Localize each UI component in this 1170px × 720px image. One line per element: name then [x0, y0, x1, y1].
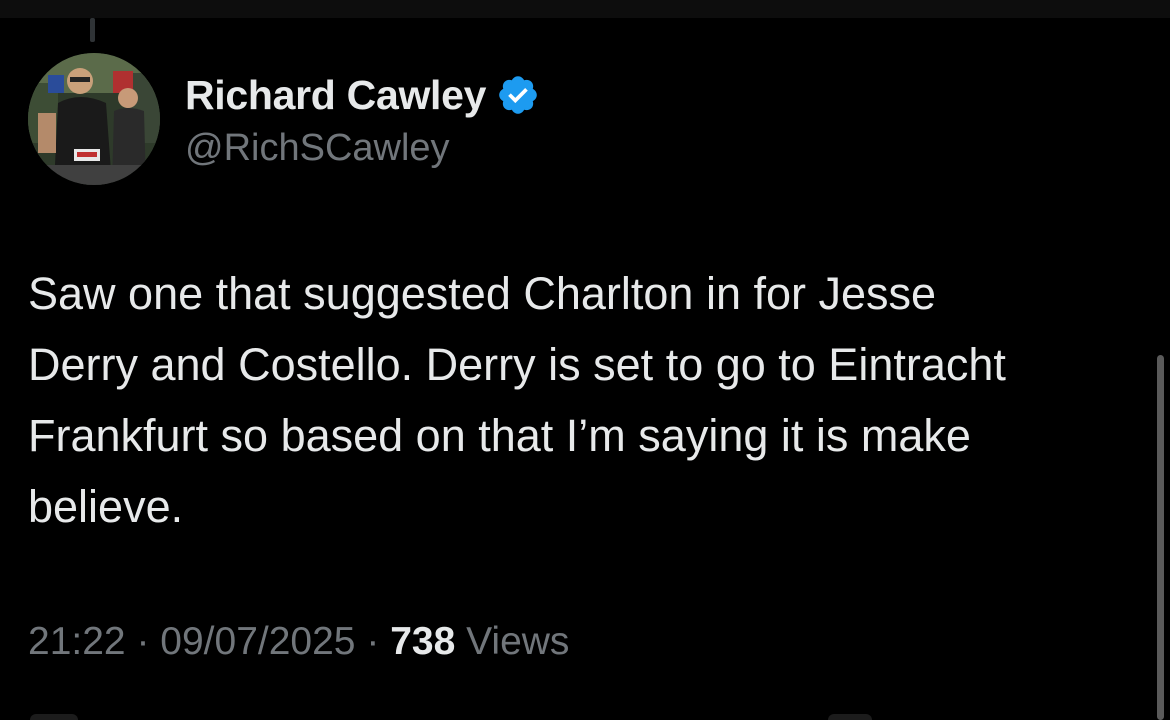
tweet-detail-screen: Richard Cawley @RichSCawley Saw one that… — [0, 0, 1170, 720]
tweet-date[interactable]: 09/07/2025 — [160, 620, 355, 663]
views-label[interactable]: Views — [466, 620, 569, 663]
reply-icon[interactable] — [30, 714, 78, 720]
bookmark-icon[interactable] — [828, 714, 872, 720]
profile-photo-icon — [28, 53, 160, 185]
tweet-meta: 21:22 · 09/07/2025 · 738 Views — [28, 612, 569, 672]
scrollbar[interactable] — [1157, 355, 1164, 720]
name-row: Richard Cawley — [185, 66, 540, 124]
meta-separator: · — [136, 620, 150, 663]
avatar[interactable] — [28, 53, 160, 185]
meta-separator: · — [366, 620, 380, 663]
author-handle[interactable]: @RichSCawley — [185, 126, 540, 170]
verified-badge-icon[interactable] — [496, 73, 540, 117]
top-strip — [0, 0, 1170, 18]
author-block: Richard Cawley @RichSCawley — [185, 66, 540, 170]
tweet-text: Saw one that suggested Charlton in for J… — [28, 268, 1006, 532]
author-display-name[interactable]: Richard Cawley — [185, 66, 486, 124]
views-count[interactable]: 738 — [390, 620, 455, 663]
thread-connector-line — [90, 18, 95, 42]
tweet-time[interactable]: 21:22 — [28, 620, 126, 663]
